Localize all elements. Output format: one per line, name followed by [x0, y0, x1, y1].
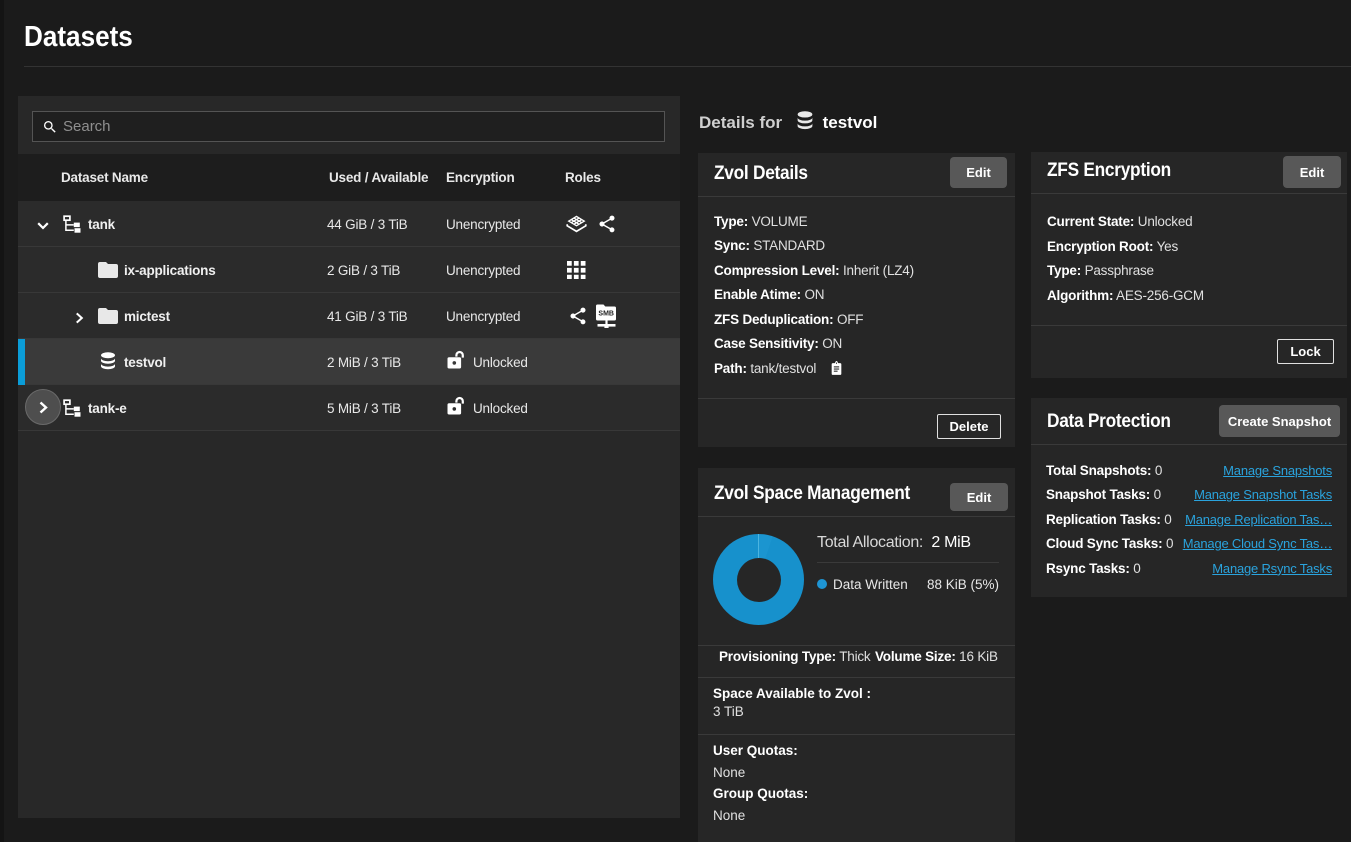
svg-text:SMB: SMB — [598, 311, 614, 318]
